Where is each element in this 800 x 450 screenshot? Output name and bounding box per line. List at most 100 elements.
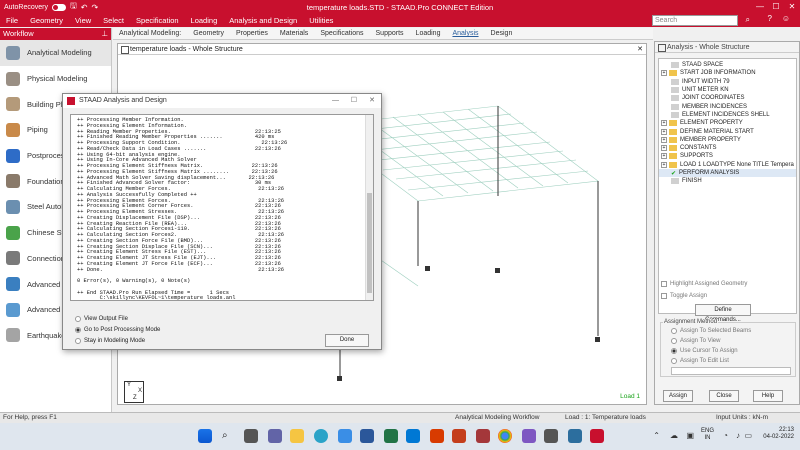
assign-to-edit-list-radio[interactable]: Assign To Edit List (671, 358, 729, 364)
expand-icon[interactable]: + (661, 161, 667, 168)
edit-list-input[interactable] (671, 367, 791, 375)
menu-analysis-design[interactable]: Analysis and Design (223, 16, 303, 25)
store-icon[interactable] (338, 429, 352, 443)
log-scrollbar[interactable] (365, 115, 373, 300)
tab-properties[interactable]: Properties (230, 30, 274, 37)
command-tree[interactable]: STAAD SPACE + START JOB INFORMATION INPUT… (658, 58, 797, 314)
volume-icon[interactable]: ♪ (736, 431, 740, 440)
assign-button[interactable]: Assign (663, 390, 693, 402)
tab-analytical-modeling[interactable]: Analytical Modeling: (113, 30, 187, 37)
mail-icon[interactable] (406, 429, 420, 443)
tree-item[interactable]: + ELEMENT PROPERTY (659, 119, 796, 127)
search-icon[interactable]: ⌕ (746, 15, 750, 25)
go-to-post-processing-radio[interactable]: Go to Post Processing Mode (75, 327, 160, 333)
autorecovery-toggle[interactable] (51, 3, 66, 11)
tab-supports[interactable]: Supports (370, 30, 410, 37)
chevron-up-icon[interactable]: ⌃ (653, 431, 660, 440)
tree-item-perform-analysis[interactable]: ✔ PERFORM ANALYSIS (659, 168, 796, 178)
user-icon[interactable]: ☺ (782, 14, 790, 23)
excel-icon[interactable] (384, 429, 398, 443)
toggle-assign-checkbox[interactable]: Toggle Assign (661, 293, 707, 299)
search-icon[interactable]: ⌕ (222, 429, 236, 443)
tab-loading[interactable]: Loading (410, 30, 447, 37)
photos-icon[interactable] (522, 429, 536, 443)
task-view-icon[interactable] (244, 429, 258, 443)
dialog-minimize-button[interactable]: — (332, 94, 339, 108)
app-icon[interactable] (568, 429, 582, 443)
undo-icon[interactable]: ↶ (81, 3, 88, 12)
redo-icon[interactable]: ↷ (92, 3, 99, 12)
powerpoint-icon[interactable] (452, 429, 466, 443)
menu-geometry[interactable]: Geometry (24, 16, 69, 25)
define-commands-button[interactable]: Define Commands... (695, 304, 751, 323)
tree-item[interactable]: MEMBER INCIDENCES (659, 102, 796, 110)
panel-close-button[interactable]: Close (709, 390, 739, 402)
sidebar-item-analytical-modeling[interactable]: Analytical Modeling (0, 40, 111, 66)
tree-item[interactable]: + START JOB INFORMATION (659, 69, 796, 77)
tree-item[interactable]: + DEFINE MATERIAL START (659, 127, 796, 135)
snipping-icon[interactable] (544, 429, 558, 443)
cloud-icon[interactable]: ☁ (670, 431, 678, 440)
menu-file[interactable]: File (0, 16, 24, 25)
tree-item[interactable]: STAAD SPACE (659, 61, 796, 69)
pin-icon[interactable]: ⊥ (101, 28, 108, 40)
use-cursor-to-assign-radio[interactable]: Use Cursor To Assign (671, 348, 738, 354)
tab-design[interactable]: Design (485, 30, 519, 37)
tree-item[interactable]: UNIT METER KN (659, 86, 796, 94)
expand-icon[interactable]: + (661, 120, 667, 127)
done-button[interactable]: Done (325, 334, 369, 347)
structure-window-close-button[interactable]: ✕ (637, 44, 643, 55)
access-icon[interactable] (476, 429, 490, 443)
dialog-close-button[interactable]: ✕ (369, 94, 375, 108)
menu-utilities[interactable]: Utilities (303, 16, 339, 25)
menu-specification[interactable]: Specification (130, 16, 185, 25)
menu-loading[interactable]: Loading (185, 16, 224, 25)
tab-specifications[interactable]: Specifications (314, 30, 369, 37)
log-scrollbar-thumb[interactable] (367, 193, 372, 293)
clock[interactable]: 22:13 04-02-2022 (763, 427, 794, 441)
battery-icon[interactable]: ▭ (744, 431, 752, 440)
word-icon[interactable] (360, 429, 374, 443)
save-icon[interactable]: 🖫 (70, 0, 77, 14)
expand-icon[interactable]: + (661, 153, 667, 160)
tree-item[interactable]: ELEMENT INCIDENCES SHELL (659, 111, 796, 119)
file-explorer-icon[interactable] (290, 429, 304, 443)
menu-select[interactable]: Select (97, 16, 130, 25)
assign-to-selected-beams-radio[interactable]: Assign To Selected Beams (671, 328, 751, 334)
tree-item[interactable]: JOINT COORDINATES (659, 94, 796, 102)
tab-materials[interactable]: Materials (274, 30, 314, 37)
wifi-icon[interactable]: ◔ (723, 431, 728, 440)
stay-in-modeling-radio[interactable]: Stay in Modeling Mode (75, 338, 145, 344)
office-icon[interactable] (430, 429, 444, 443)
tab-geometry[interactable]: Geometry (187, 30, 230, 37)
assign-to-view-radio[interactable]: Assign To View (671, 338, 720, 344)
staad-icon[interactable] (590, 429, 604, 443)
tree-item[interactable]: + LOAD 1 LOADTYPE None TITLE Tempera (659, 161, 796, 169)
tree-item[interactable]: + MEMBER PROPERTY (659, 136, 796, 144)
highlight-assigned-checkbox[interactable]: Highlight Assigned Geometry (661, 281, 747, 287)
sidebar-item-physical-modeling[interactable]: Physical Modeling (0, 66, 111, 92)
expand-icon[interactable]: + (661, 145, 667, 152)
expand-icon[interactable]: + (661, 70, 667, 77)
tree-item[interactable]: + SUPPORTS (659, 152, 796, 160)
help-icon[interactable]: ? (768, 14, 772, 23)
tree-item[interactable]: FINISH (659, 177, 796, 185)
expand-icon[interactable]: + (661, 136, 667, 143)
analysis-log[interactable]: ++ Processing Member Information. ++ Proc… (70, 114, 374, 301)
maximize-button[interactable]: ☐ (768, 0, 784, 14)
windows-start-icon[interactable] (198, 429, 212, 443)
panel-help-button[interactable]: Help (753, 390, 783, 402)
tree-item[interactable]: + CONSTANTS (659, 144, 796, 152)
edge-icon[interactable] (314, 429, 328, 443)
language-indicator[interactable]: ENG IN (701, 428, 714, 442)
tree-item[interactable]: INPUT WIDTH 79 (659, 78, 796, 86)
search-input[interactable]: Search (652, 15, 738, 26)
minimize-button[interactable]: — (752, 0, 768, 14)
dialog-maximize-button[interactable]: ☐ (351, 94, 357, 108)
menu-view[interactable]: View (69, 16, 97, 25)
close-button[interactable]: ✕ (784, 0, 800, 14)
view-output-file-radio[interactable]: View Output File (75, 316, 128, 322)
chat-icon[interactable] (268, 429, 282, 443)
tab-analysis[interactable]: Analysis (446, 30, 484, 37)
chrome-icon[interactable] (498, 429, 512, 443)
